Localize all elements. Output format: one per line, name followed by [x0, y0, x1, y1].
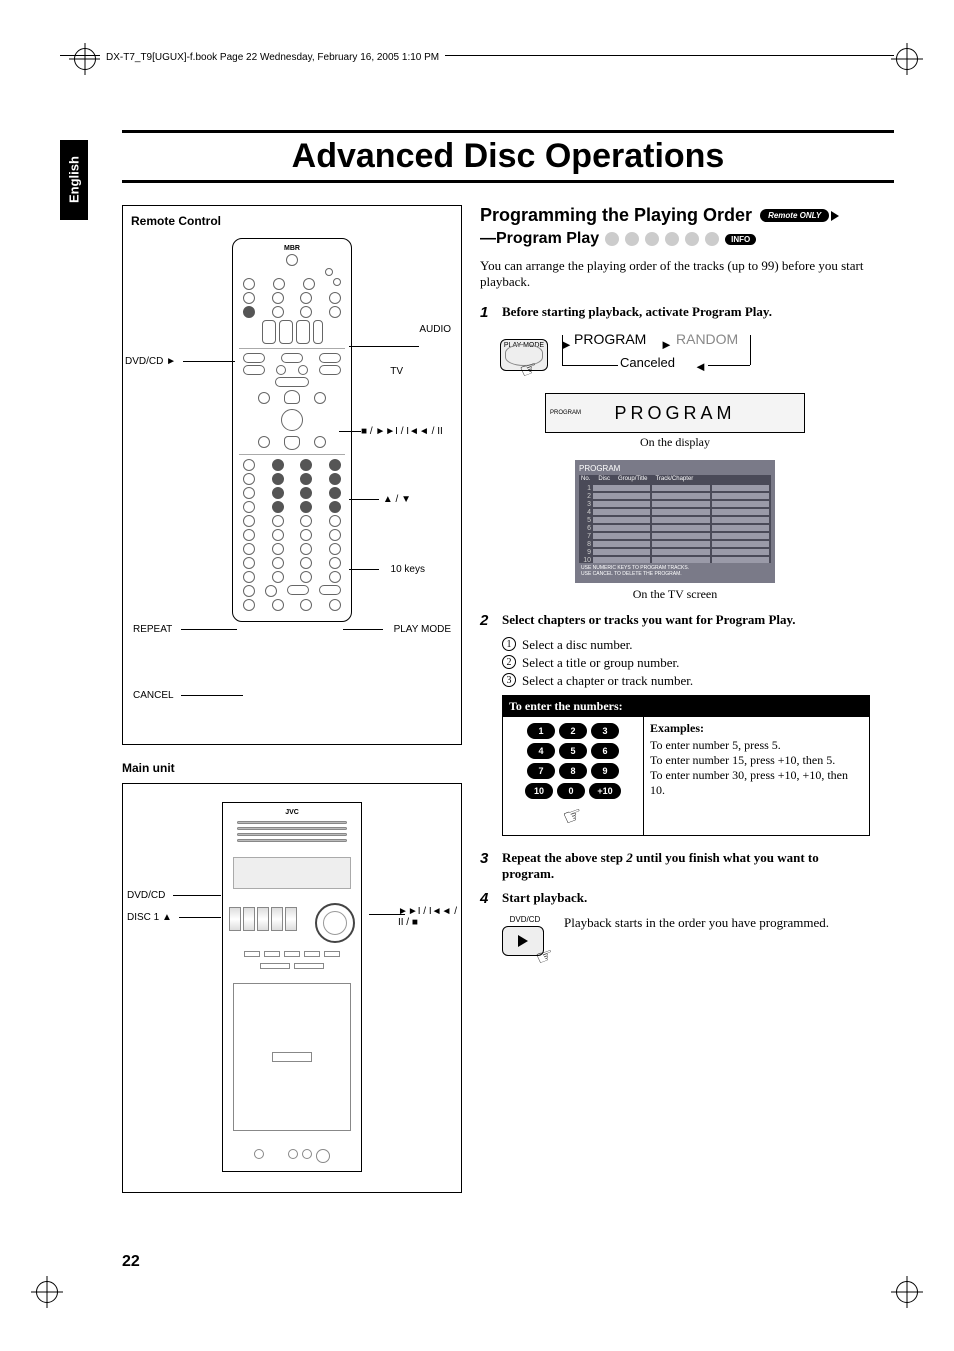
page-number: 22: [122, 1253, 140, 1271]
remote-label-transport: ■ / ►►I / I◄◄ / II: [361, 426, 461, 437]
language-tab: English: [60, 140, 88, 220]
section-subtitle: —Program Play INFO: [480, 230, 870, 248]
remote-label-audio: AUDIO: [419, 324, 451, 335]
step-3-number: 3: [480, 850, 494, 882]
play-button-diagram: DVD/CD ☞ Playback starts in the order yo…: [502, 915, 870, 961]
step-3-text: Repeat the above step 2 until you finish…: [502, 850, 870, 882]
remote-label-tenkeys: 10 keys: [391, 564, 425, 575]
step-2-text: Select chapters or tracks you want for P…: [502, 612, 796, 629]
lcd-display: PROGRAM PROGRAM: [545, 393, 805, 433]
mainunit-label-dvdcd: DVD/CD: [127, 890, 165, 901]
remote-label-cancel: CANCEL: [133, 690, 174, 701]
keypad-illustration: 123 456 789 100+10 ☞: [503, 717, 643, 835]
lcd-text: PROGRAM: [614, 403, 735, 424]
step-4-text: Start playback.: [502, 890, 587, 907]
remote-label-playmode: PLAY MODE: [394, 624, 451, 635]
tv-screen: PROGRAM No. Disc Group/Title Track/Chapt…: [575, 460, 775, 583]
remote-control-panel: Remote Control MBR: [122, 205, 462, 745]
remote-only-badge: Remote ONLY: [760, 209, 829, 222]
step-4-number: 4: [480, 890, 494, 907]
mainunit-panel: JVC DVD/CD DISC 1 ▲ ►►I / I◄◄ /II / ■: [122, 783, 462, 1193]
step-1-number: 1: [480, 304, 494, 321]
pointer-icon: ☞: [532, 942, 557, 972]
mainunit-panel-title: Main unit: [122, 761, 462, 775]
remote-panel-title: Remote Control: [131, 214, 453, 228]
step-2-substeps: 1Select a disc number. 2Select a title o…: [502, 637, 870, 689]
mainunit-label-transport: ►►I / I◄◄ /II / ■: [398, 906, 457, 928]
step-2-number: 2: [480, 612, 494, 629]
page-title: Advanced Disc Operations: [122, 137, 894, 176]
flow-program: PROGRAM: [574, 331, 646, 347]
mainunit-label-disc1: DISC 1 ▲: [127, 912, 172, 923]
on-display-caption: On the display: [480, 435, 870, 450]
intro-text: You can arrange the playing order of the…: [480, 258, 870, 290]
play-text: Playback starts in the order you have pr…: [564, 915, 870, 931]
mainunit-illustration: JVC: [222, 802, 362, 1172]
enter-numbers-box: To enter the numbers: 123 456 789 100+10…: [502, 695, 870, 836]
remote-label-dvdcd: DVD/CD ►: [125, 356, 176, 367]
mainunit-logo: JVC: [285, 809, 299, 816]
remote-label-updown: ▲ / ▼: [383, 494, 411, 505]
flow-canceled: Canceled: [620, 355, 675, 370]
step-1-text: Before starting playback, activate Progr…: [502, 304, 772, 321]
remote-top-label: MBR: [239, 245, 345, 252]
page-title-bar: Advanced Disc Operations: [122, 130, 894, 183]
remote-illustration: MBR: [232, 238, 352, 622]
info-badge: INFO: [725, 234, 756, 245]
remote-label-repeat: REPEAT: [133, 624, 172, 635]
playmode-diagram: PLAY MODE ☞ ► PROGRAM ► RANDOM Canceled …: [500, 331, 870, 383]
examples: Examples: To enter number 5, press 5. To…: [643, 717, 869, 835]
on-tv-caption: On the TV screen: [480, 587, 870, 602]
flow-random: RANDOM: [676, 331, 738, 347]
section-title: Programming the Playing Order Remote ONL…: [480, 205, 870, 226]
remote-label-tv: TV: [390, 366, 403, 377]
play-icon: [518, 935, 528, 947]
header-metadata: DX-T7_T9[UGUX]-f.book Page 22 Wednesday,…: [100, 52, 445, 63]
